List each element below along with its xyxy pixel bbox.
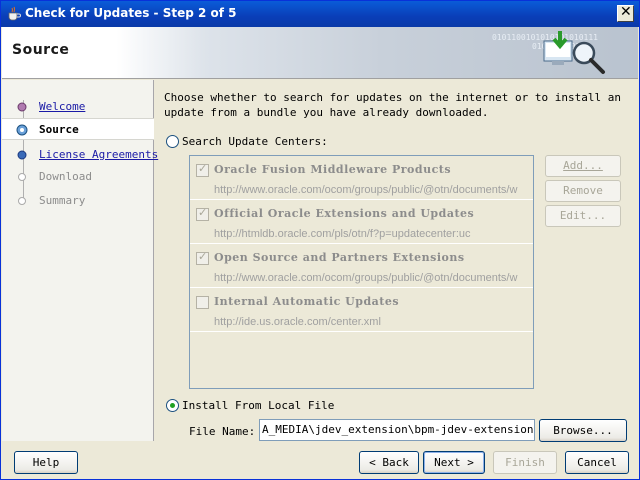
update-center-url: http://htmldb.oracle.com/pls/otn/f?p=upd… [214,228,471,240]
update-center-name: Internal Automatic Updates [214,295,400,308]
page-title: Source [12,42,70,58]
remove-button-label: Remove [563,184,603,197]
header-banner: Source 0101100101010101010111 0101010101… [2,27,638,79]
update-centers-list[interactable]: Oracle Fusion Middleware Products http:/… [189,155,534,389]
close-button[interactable]: ✕ [617,4,634,22]
intro-text: Choose whether to search for updates on … [164,91,621,119]
nav-item-download: Download [2,166,154,188]
install-local-file-label[interactable]: Install From Local File [182,399,334,412]
step-done-icon [17,102,27,112]
nav-item-welcome[interactable]: Welcome [2,96,154,118]
list-item[interactable]: Official Oracle Extensions and Updates h… [190,200,533,244]
finish-button[interactable]: Finish [493,451,557,474]
update-center-url: http://www.oracle.com/ocom/groups/public… [214,184,518,196]
search-update-centers-radio[interactable] [166,135,179,148]
close-icon: ✕ [620,4,632,20]
update-center-name: Oracle Fusion Middleware Products [214,163,452,176]
nav-item-label: Source [39,123,79,136]
install-local-file-radio[interactable] [166,399,179,412]
cancel-button[interactable]: Cancel [565,451,629,474]
update-magnifier-icon [543,31,605,74]
step-pending-icon [17,150,27,160]
next-button[interactable]: Next > [423,451,485,474]
search-update-centers-label[interactable]: Search Update Centers: [182,135,328,148]
update-center-url: http://ide.us.oracle.com/center.xml [214,316,381,328]
nav-item-summary: Summary [2,190,154,212]
help-button[interactable]: Help [14,451,78,474]
step-disabled-icon [18,173,26,181]
dialog-window: Check for Updates - Step 2 of 5 ✕ Source… [0,0,640,480]
browse-button[interactable]: Browse... [539,419,627,442]
coffee-cup-icon [8,6,21,21]
list-item[interactable]: Internal Automatic Updates http://ide.us… [190,288,533,332]
add-button-label: Add... [563,159,603,172]
update-center-checkbox[interactable] [196,296,209,309]
help-button-label: Help [32,456,60,469]
list-item[interactable]: Open Source and Partners Extensions http… [190,244,533,288]
cancel-button-label: Cancel [577,456,617,469]
update-center-name: Open Source and Partners Extensions [214,251,465,264]
edit-button[interactable]: Edit... [545,205,621,227]
nav-item-label: Download [39,170,92,183]
remove-button[interactable]: Remove [545,180,621,202]
update-center-checkbox[interactable] [196,250,209,265]
update-center-checkbox[interactable] [196,162,209,177]
list-item[interactable]: Oracle Fusion Middleware Products http:/… [190,156,533,200]
file-name-input[interactable]: A_MEDIA\jdev_extension\bpm-jdev-extensio… [259,419,535,441]
window-title: Check for Updates - Step 2 of 5 [25,6,237,20]
nav-item-label[interactable]: License Agreements [39,148,158,161]
back-button[interactable]: < Back [359,451,419,474]
next-button-label: Next > [434,456,474,469]
nav-item-license-agreements[interactable]: License Agreements [2,144,158,166]
add-button[interactable]: Add... [545,155,621,177]
update-center-checkbox[interactable] [196,206,209,221]
file-name-label: File Name: [189,425,256,438]
browse-button-label: Browse... [553,424,613,437]
step-disabled-icon [18,197,26,205]
update-center-url: http://www.oracle.com/ocom/groups/public… [214,272,518,284]
finish-button-label: Finish [505,456,545,469]
nav-item-label: Summary [39,194,86,207]
step-current-icon [16,124,28,136]
nav-item-source[interactable]: Source [2,118,154,140]
title-bar[interactable]: Check for Updates - Step 2 of 5 ✕ [1,1,639,27]
edit-button-label: Edit... [559,209,607,222]
nav-item-label[interactable]: Welcome [39,100,85,113]
wizard-steps-nav: Welcome Source License Agreements Downlo… [2,80,158,441]
update-center-name: Official Oracle Extensions and Updates [214,207,475,220]
back-button-label: < Back [369,456,409,469]
